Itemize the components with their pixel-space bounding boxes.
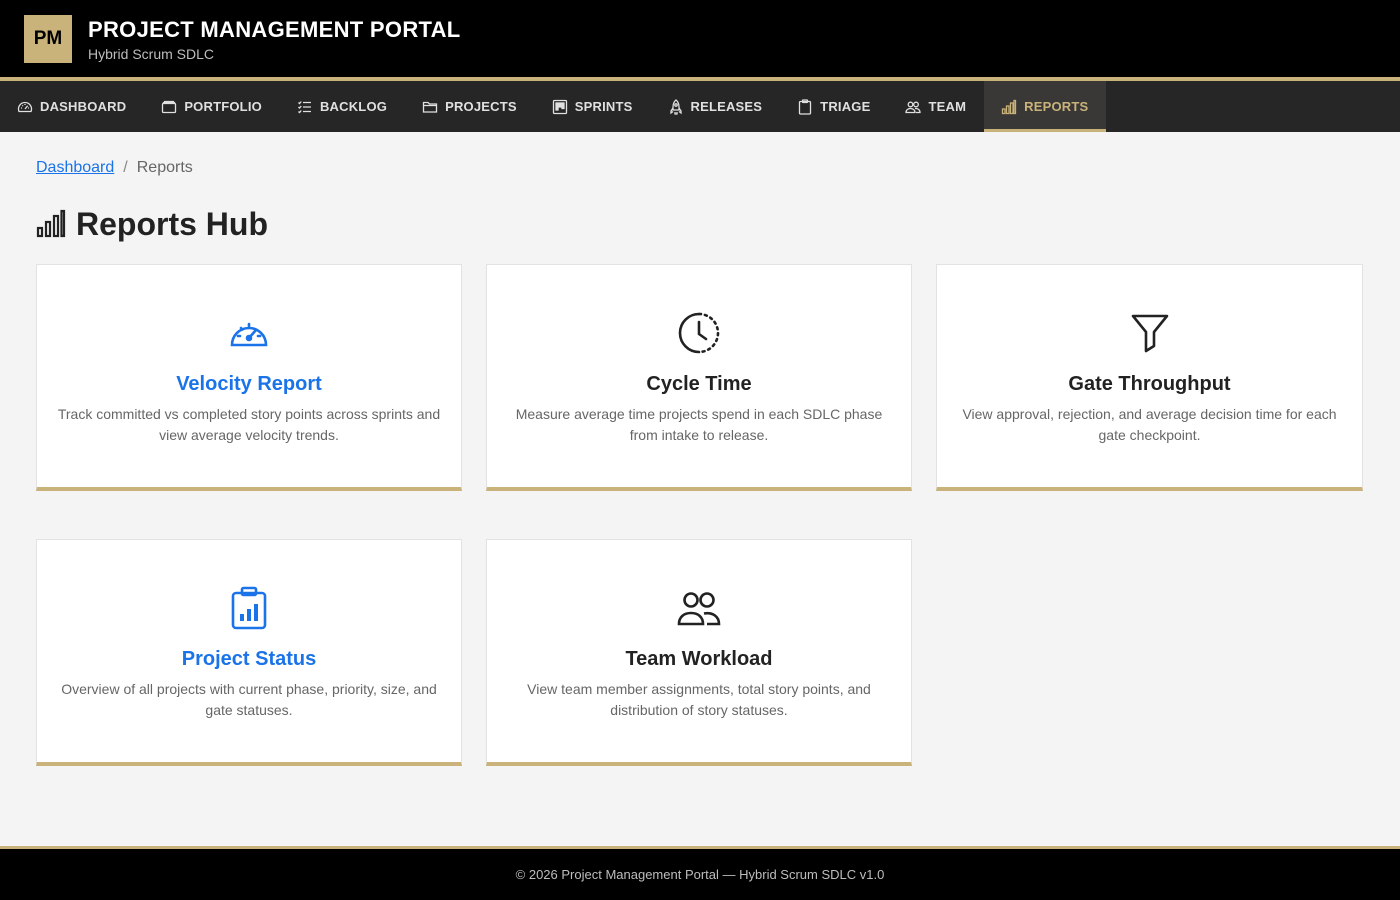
breadcrumb-current: Reports bbox=[136, 159, 193, 176]
briefcase-icon bbox=[161, 99, 177, 115]
nav-item-triage[interactable]: TRIAGE bbox=[780, 81, 888, 132]
nav-label: RELEASES bbox=[690, 99, 763, 114]
report-card-project-status[interactable]: Project Status Overview of all projects … bbox=[36, 539, 462, 766]
bar-chart-icon bbox=[1001, 99, 1017, 115]
clipboard-icon bbox=[797, 98, 813, 115]
page-footer: © 2026 Project Management Portal — Hybri… bbox=[0, 846, 1400, 900]
app-title: PROJECT MANAGEMENT PORTAL bbox=[88, 17, 461, 42]
nav-label: DASHBOARD bbox=[40, 99, 127, 114]
nav-item-dashboard[interactable]: DASHBOARD bbox=[0, 81, 144, 132]
card-title: Project Status bbox=[181, 648, 317, 670]
nav-label: REPORTS bbox=[1024, 99, 1089, 114]
report-cards: Velocity Report Track committed vs compl… bbox=[36, 264, 1364, 766]
card-title: Cycle Time bbox=[646, 373, 752, 395]
folder-icon bbox=[422, 99, 438, 115]
breadcrumb: Dashboard / Reports bbox=[36, 158, 1364, 178]
footer-text: © 2026 Project Management Portal — Hybri… bbox=[515, 867, 885, 882]
nav-item-sprints[interactable]: SPRINTS bbox=[535, 81, 651, 132]
report-card-team-workload[interactable]: Team Workload View team member assignmen… bbox=[486, 539, 912, 766]
clock-history-icon bbox=[677, 311, 721, 355]
nav-item-reports[interactable]: REPORTS bbox=[984, 81, 1107, 132]
main-content: Dashboard / Reports Reports Hub Velocity… bbox=[0, 132, 1400, 766]
breadcrumb-link-dashboard[interactable]: Dashboard bbox=[36, 159, 114, 177]
nav-item-backlog[interactable]: BACKLOG bbox=[280, 81, 405, 132]
report-card-gate-throughput[interactable]: Gate Throughput View approval, rejection… bbox=[936, 264, 1363, 491]
app-subtitle: Hybrid Scrum SDLC bbox=[88, 46, 215, 62]
funnel-icon bbox=[1128, 311, 1172, 355]
card-description: Measure average time projects spend in e… bbox=[515, 406, 883, 443]
nav-label: BACKLOG bbox=[319, 99, 388, 114]
list-check-icon bbox=[297, 99, 313, 115]
kanban-icon bbox=[552, 99, 568, 115]
speedometer-icon bbox=[227, 311, 271, 355]
card-title: Gate Throughput bbox=[1068, 373, 1231, 395]
card-description: Overview of all projects with current ph… bbox=[61, 681, 437, 718]
brand: PROJECT MANAGEMENT PORTAL Hybrid Scrum S… bbox=[88, 17, 461, 62]
page-title: Reports Hub bbox=[36, 204, 1364, 244]
card-title: Team Workload bbox=[625, 648, 773, 670]
bar-chart-icon bbox=[36, 209, 66, 239]
people-icon bbox=[677, 586, 721, 630]
nav-item-projects[interactable]: PROJECTS bbox=[405, 81, 535, 132]
nav-item-portfolio[interactable]: PORTFOLIO bbox=[144, 81, 280, 132]
nav-label: PROJECTS bbox=[445, 99, 517, 114]
nav-label: SPRINTS bbox=[574, 99, 633, 114]
people-icon bbox=[905, 99, 922, 115]
card-description: View team member assignments, total stor… bbox=[527, 681, 871, 718]
nav-item-releases[interactable]: RELEASES bbox=[651, 81, 781, 132]
card-description: View approval, rejection, and average de… bbox=[962, 406, 1337, 443]
rocket-icon bbox=[668, 98, 684, 115]
page-title-text: Reports Hub bbox=[76, 205, 268, 242]
card-description: Track committed vs completed story point… bbox=[57, 406, 441, 443]
report-card-cycle-time[interactable]: Cycle Time Measure average time projects… bbox=[486, 264, 912, 491]
report-card-velocity[interactable]: Velocity Report Track committed vs compl… bbox=[36, 264, 462, 491]
card-title: Velocity Report bbox=[176, 373, 322, 395]
nav-label: TEAM bbox=[928, 99, 967, 114]
clipboard-data-icon bbox=[227, 586, 271, 630]
app-header: PM PROJECT MANAGEMENT PORTAL Hybrid Scru… bbox=[0, 0, 1400, 77]
breadcrumb-separator: / bbox=[123, 159, 128, 176]
nav-label: TRIAGE bbox=[820, 99, 871, 114]
nav-item-team[interactable]: TEAM bbox=[888, 81, 984, 132]
speedometer-icon bbox=[17, 99, 33, 115]
main-nav: DASHBOARD PORTFOLIO BACKLOG PROJECTS SPR… bbox=[0, 81, 1400, 132]
app-logo[interactable]: PM bbox=[24, 14, 72, 63]
nav-label: PORTFOLIO bbox=[184, 99, 262, 114]
